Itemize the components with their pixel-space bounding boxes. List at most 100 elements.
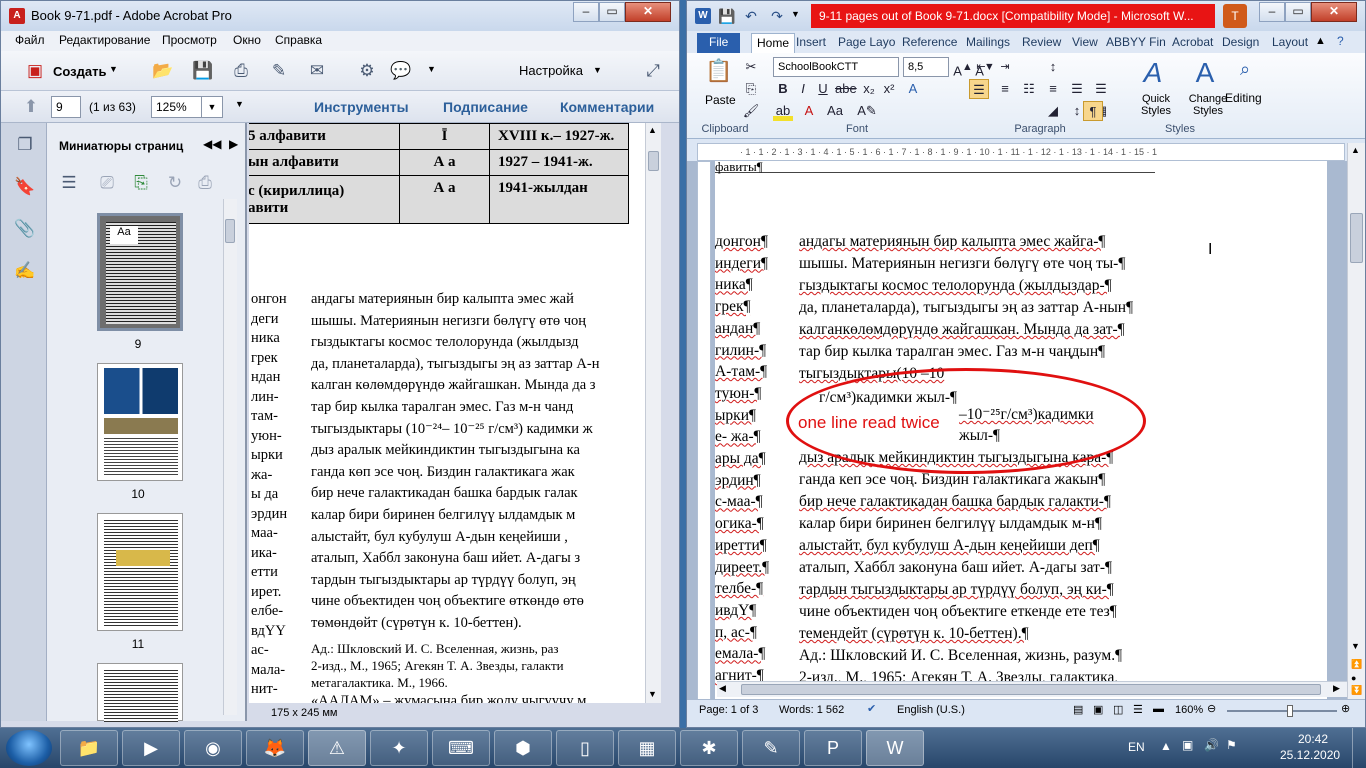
flag-icon[interactable]: ⚑	[1226, 738, 1237, 752]
strikethrough-icon[interactable]: abe	[835, 79, 857, 99]
pdf-scrollbar[interactable]: ▲ ▼	[645, 123, 661, 703]
multilevel-list-icon[interactable]: ☷	[1019, 79, 1039, 99]
tab-page-layout[interactable]: Page Layo	[833, 33, 900, 53]
tab-abbyy[interactable]: ABBYY Fin	[1101, 33, 1171, 53]
subscript-icon[interactable]: x₂	[859, 79, 879, 99]
scroll-down-icon[interactable]: ▼	[1351, 641, 1360, 651]
previous-page-icon[interactable]: ⬆	[19, 95, 43, 119]
nav-more-icon[interactable]: ▼	[235, 99, 244, 109]
paste-icon[interactable]: 📋	[705, 59, 733, 91]
horizontal-scroll-thumb[interactable]	[741, 684, 1321, 695]
close-button[interactable]: ✕	[625, 2, 671, 22]
prev-page-icon[interactable]: ⏫	[1351, 659, 1362, 670]
save-icon[interactable]: 💾	[191, 59, 215, 83]
bold-icon[interactable]: B	[773, 79, 793, 99]
menu-window[interactable]: Окно	[233, 33, 261, 47]
format-painter-icon[interactable]: 🖌	[741, 101, 761, 121]
tab-acrobat[interactable]: Acrobat	[1167, 33, 1218, 53]
copy-icon[interactable]: ⎘	[741, 79, 761, 99]
clock-time[interactable]: 20:42	[1298, 732, 1328, 746]
underline-icon[interactable]: U	[813, 79, 833, 99]
quick-styles-icon[interactable]: A	[1135, 57, 1171, 91]
thumbnails-scroll-thumb[interactable]	[225, 219, 235, 243]
start-button[interactable]	[6, 730, 52, 766]
panel-options-icon[interactable]: ▶	[229, 137, 238, 151]
package-icon[interactable]: ⬢	[494, 730, 552, 766]
calculator-icon[interactable]: ▦	[618, 730, 676, 766]
quick-styles-button[interactable]: Quick Styles	[1131, 93, 1181, 117]
tools-panel-link[interactable]: Инструменты	[314, 99, 409, 115]
view-web-icon[interactable]: ◫	[1113, 703, 1123, 716]
comment-icon[interactable]: 💬	[389, 59, 413, 83]
superscript-icon[interactable]: x²	[879, 79, 899, 99]
word-scroll-thumb[interactable]	[1350, 213, 1363, 263]
clear-format-icon[interactable]: A✎	[857, 101, 877, 121]
word-scrollbar[interactable]: ▲ ▼ ⏫ ● ⏬	[1347, 143, 1365, 699]
zoom-in-icon[interactable]: ⊕	[1341, 702, 1350, 715]
attachment-icon[interactable]: 📎	[13, 217, 37, 241]
network-icon[interactable]: ▣	[1182, 738, 1193, 752]
ribbon-minimize-icon[interactable]: ▲	[1315, 35, 1326, 47]
insert-page-icon[interactable]: ⎘	[129, 171, 153, 195]
view-draft-icon[interactable]: ▬	[1153, 703, 1164, 715]
tab-view[interactable]: View	[1067, 33, 1103, 53]
comments-panel-link[interactable]: Комментарии	[560, 99, 654, 115]
pdf-scroll-thumb[interactable]	[648, 151, 659, 171]
save-icon[interactable]: 💾	[715, 4, 739, 28]
numbering-icon[interactable]: ≡	[995, 79, 1015, 99]
create-button[interactable]: Создать	[53, 64, 106, 79]
extract-page-icon[interactable]: ⎙	[193, 171, 217, 195]
tab-home[interactable]: Home	[751, 33, 796, 53]
sign-panel-link[interactable]: Подписание	[443, 99, 528, 115]
blank-doc-icon[interactable]: ▯	[556, 730, 614, 766]
tab-layout[interactable]: Layout	[1267, 33, 1313, 53]
maximize-button[interactable]: ▭	[599, 2, 625, 22]
scroll-down-icon[interactable]: ▼	[648, 689, 657, 699]
view-print-layout-icon[interactable]: ▤	[1073, 703, 1083, 716]
bookmark-icon[interactable]: 🔖	[13, 175, 37, 199]
sort-icon[interactable]: ↕	[1043, 57, 1063, 77]
tray-expand-icon[interactable]: ▲	[1160, 739, 1172, 753]
tab-mailings[interactable]: Mailings	[961, 33, 1015, 53]
create-dropdown-icon[interactable]: ▼	[109, 64, 118, 74]
status-language[interactable]: English (U.S.)	[897, 704, 965, 716]
status-zoom[interactable]: 160%	[1175, 704, 1203, 716]
qat-customize-icon[interactable]: ▼	[791, 9, 800, 19]
align-right-icon[interactable]: ☰	[1067, 79, 1087, 99]
chrome-icon[interactable]: ◉	[184, 730, 242, 766]
thumbnail-page-9[interactable]: Aa	[97, 213, 183, 331]
shading-icon[interactable]: ◢	[1043, 101, 1063, 121]
zoom-slider[interactable]	[1227, 705, 1337, 717]
zoom-dropdown-icon[interactable]: ▼	[201, 96, 223, 118]
terminal-icon[interactable]: ⌨	[432, 730, 490, 766]
close-button[interactable]: ✕	[1311, 2, 1357, 22]
font-color-icon[interactable]: A	[799, 101, 819, 121]
thumbnails-scrollbar[interactable]	[223, 199, 237, 715]
justify-icon[interactable]: ☰	[1091, 79, 1111, 99]
menu-help[interactable]: Справка	[275, 33, 322, 47]
next-page-icon[interactable]: ⏬	[1351, 685, 1362, 696]
redo-icon[interactable]: ↷	[765, 4, 789, 28]
editing-icon[interactable]: ⌕	[1233, 59, 1257, 83]
toolbar-more-icon[interactable]: ▼	[427, 64, 436, 74]
scroll-up-icon[interactable]: ▲	[648, 125, 657, 135]
thumbnail-options-icon[interactable]: ☰	[57, 171, 81, 195]
proofing-icon[interactable]: ✔	[867, 702, 876, 715]
pdf-document-view[interactable]: 5 алфавити Ī XVIII к.– 1927-ж. ын алфави…	[249, 123, 661, 703]
collapse-panel-icon[interactable]: ◀◀	[203, 137, 221, 151]
open-folder-icon[interactable]: 📂	[151, 59, 175, 83]
print-icon[interactable]: ⎙	[229, 59, 253, 83]
media-player-icon[interactable]: ▶	[122, 730, 180, 766]
status-words[interactable]: Words: 1 562	[779, 704, 844, 716]
font-name-field[interactable]: SchoolBookCTT	[773, 57, 899, 77]
thumbnail-page-12[interactable]	[97, 663, 183, 722]
word-taskbar-icon[interactable]: W	[866, 730, 924, 766]
scroll-up-icon[interactable]: ▲	[1351, 145, 1360, 155]
app-icon[interactable]: ✦	[370, 730, 428, 766]
view-full-screen-icon[interactable]: ▣	[1093, 703, 1103, 716]
paste-button[interactable]: Paste	[705, 93, 736, 107]
italic-icon[interactable]: I	[793, 79, 813, 99]
text-effects-icon[interactable]: A	[903, 79, 923, 99]
explorer-icon[interactable]: 📁	[60, 730, 118, 766]
ribbon-app-icon[interactable]: T	[1223, 4, 1247, 28]
